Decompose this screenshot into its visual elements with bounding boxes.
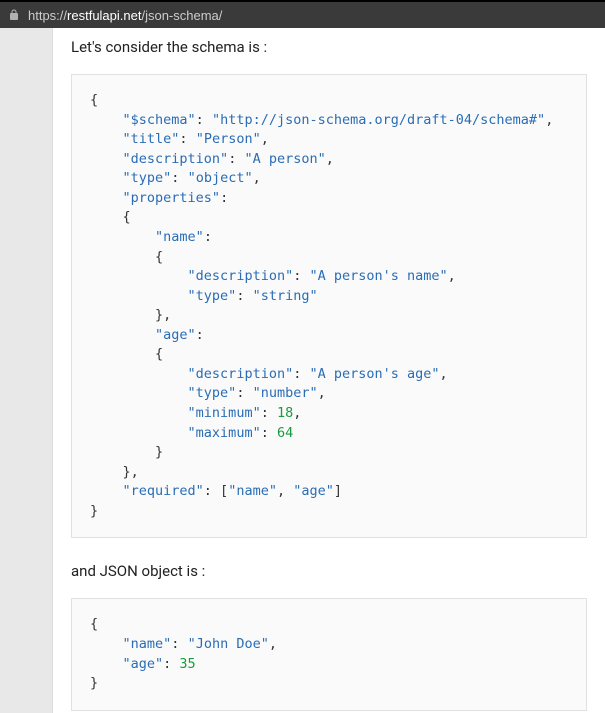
content-area: Let's consider the schema is : { "$schem… (0, 28, 605, 713)
json-object-code-block: { "name": "John Doe", "age": 35 } (71, 598, 587, 710)
intro-text-1: Let's consider the schema is : (71, 38, 587, 56)
intro-text-2: and JSON object is : (71, 562, 587, 580)
page-content: Let's consider the schema is : { "$schem… (52, 28, 605, 713)
lock-icon (8, 6, 28, 25)
url-text: https://restfulapi.net/json-schema/ (28, 8, 222, 23)
schema-code-block: { "$schema": "http://json-schema.org/dra… (71, 74, 587, 538)
browser-address-bar[interactable]: https://restfulapi.net/json-schema/ (0, 0, 605, 28)
